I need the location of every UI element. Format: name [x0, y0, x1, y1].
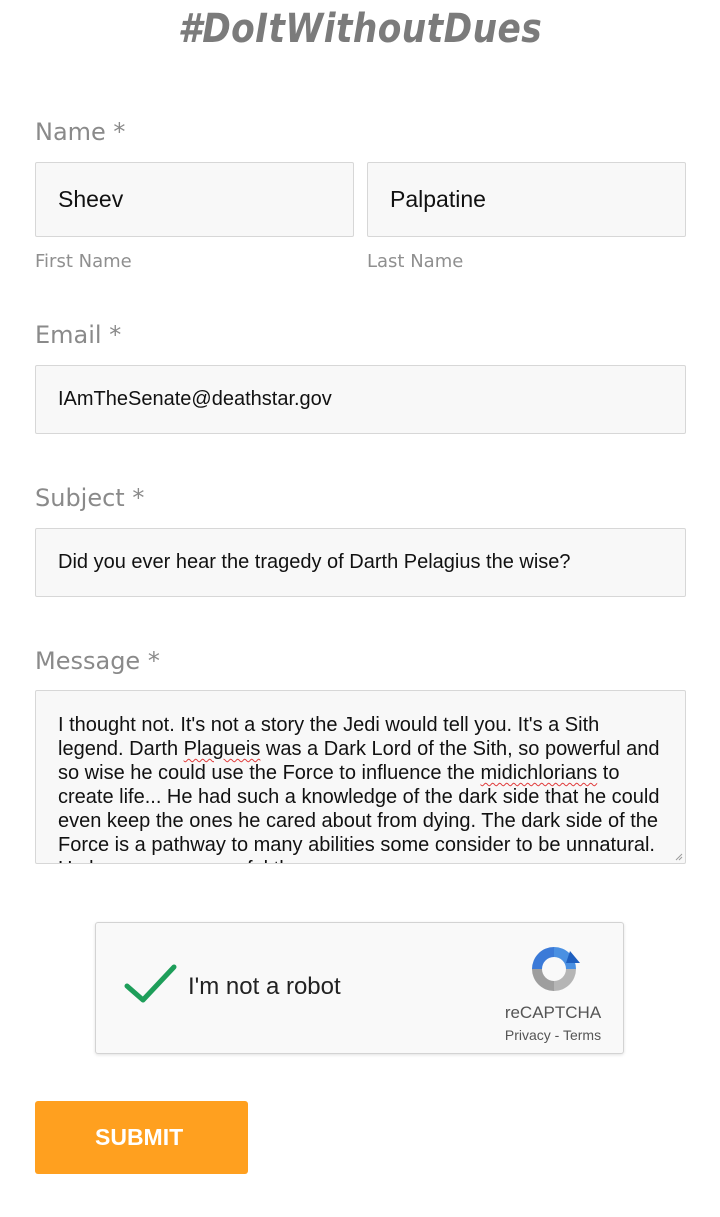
recaptcha-logo-icon [532, 947, 580, 991]
misspelled-word: Plagueis [183, 738, 261, 760]
subject-field[interactable]: Did you ever hear the tragedy of Darth P… [35, 528, 686, 597]
misspelled-word: midichlorians [480, 762, 598, 784]
recaptcha-brand: reCAPTCHA [504, 1003, 602, 1022]
page-title: #DoItWithoutDues [177, 6, 543, 52]
last-name-field[interactable]: Palpatine [367, 162, 686, 237]
message-textarea[interactable]: I thought not. It's not a story the Jedi… [35, 690, 686, 864]
email-field[interactable]: IAmTheSenate@deathstar.gov [35, 365, 686, 434]
subject-label: Subject * [35, 484, 145, 512]
captcha-label: I'm not a robot [188, 973, 341, 1000]
first-name-field[interactable]: Sheev [35, 162, 354, 237]
submit-button[interactable]: SUBMIT [35, 1101, 248, 1174]
message-label: Message * [35, 647, 160, 675]
recaptcha-widget: I'm not a robot reCAPTCHA Privacy - Term… [95, 922, 624, 1054]
privacy-link[interactable]: Privacy [505, 1027, 551, 1043]
checkmark-icon[interactable] [124, 963, 178, 1007]
last-name-sublabel: Last Name [367, 251, 464, 272]
email-label: Email * [35, 321, 122, 349]
name-label: Name * [35, 118, 126, 146]
first-name-sublabel: First Name [35, 251, 132, 272]
link-separator: - [550, 1027, 563, 1043]
terms-link[interactable]: Terms [563, 1027, 601, 1043]
recaptcha-links: Privacy - Terms [488, 1027, 618, 1043]
resize-handle-icon[interactable] [675, 853, 683, 861]
